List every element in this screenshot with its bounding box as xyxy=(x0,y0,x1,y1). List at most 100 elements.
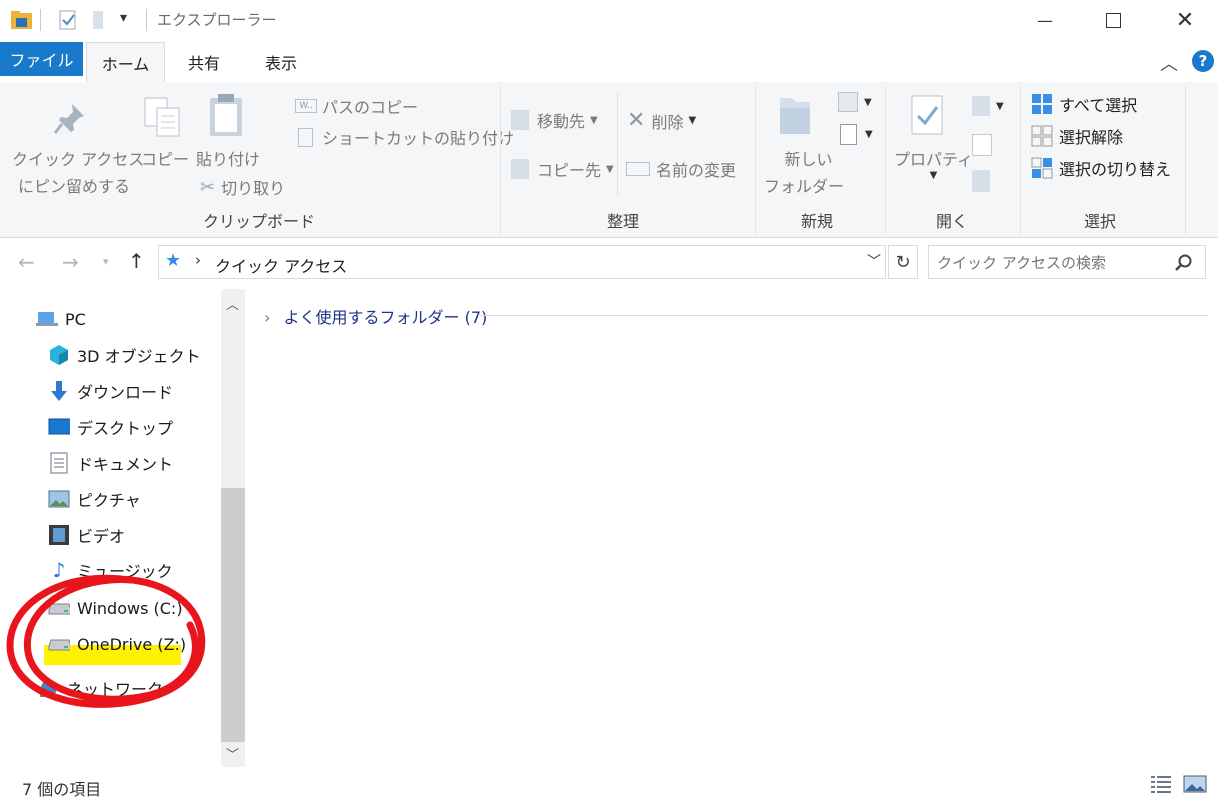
sidebar-item-desktop[interactable]: デスクトップ xyxy=(48,411,173,443)
select-none-button[interactable]: 選択解除 xyxy=(1031,124,1123,148)
open-button[interactable]: ▼ xyxy=(972,96,1004,116)
new-folder-line1: 新しい xyxy=(784,150,833,169)
explorer-folder-icon[interactable] xyxy=(10,9,34,31)
move-to-icon xyxy=(511,110,529,130)
new-item-icon xyxy=(838,92,858,112)
address-bar[interactable]: ★ › クイック アクセス ﹀ xyxy=(158,245,886,279)
details-view-icon[interactable] xyxy=(1150,774,1172,794)
sidebar-item-pc[interactable]: PC xyxy=(36,303,86,335)
sidebar-item-videos[interactable]: ビデオ xyxy=(48,519,125,551)
properties-label: プロパティ xyxy=(894,150,974,169)
invert-selection-button[interactable]: 選択の切り替え xyxy=(1031,156,1171,180)
select-group-label: 選択 xyxy=(1084,212,1117,231)
sidebar-item-label: 3D オブジェクト xyxy=(77,347,201,366)
expand-chevron-icon: › xyxy=(264,308,271,327)
sidebar-scrollbar-thumb[interactable] xyxy=(221,488,245,742)
copy-path-label: パスのコピー xyxy=(322,98,419,117)
properties-icon xyxy=(911,95,943,135)
new-group-label: 新規 xyxy=(801,212,834,231)
sidebar-item-3d-objects[interactable]: 3D オブジェクト xyxy=(48,339,201,371)
search-box[interactable] xyxy=(928,245,1206,279)
paste-icon xyxy=(210,94,242,136)
large-icons-view-icon[interactable] xyxy=(1183,774,1207,794)
ribbon-separator xyxy=(885,86,886,234)
pin-label-line1: クイック アクセス xyxy=(12,150,145,169)
copy-to-button[interactable]: コピー先 ▼ xyxy=(511,157,614,181)
ribbon-separator xyxy=(1020,86,1021,234)
properties-quick-icon[interactable] xyxy=(58,9,78,31)
paste-shortcut-label: ショートカットの貼り付け xyxy=(322,129,515,148)
desktop-icon xyxy=(48,417,70,437)
move-to-label: 移動先 xyxy=(537,112,586,131)
chevron-down-icon: ▼ xyxy=(929,170,938,181)
open-group-label: 開く xyxy=(936,212,969,231)
sidebar-item-label: デスクトップ xyxy=(77,419,174,438)
chevron-down-icon: ▼ xyxy=(996,100,1004,112)
customize-toolbar-chevron-icon[interactable]: ▾ xyxy=(120,10,127,26)
file-list-pane xyxy=(249,289,1218,769)
pin-label-line2: にピン留めする xyxy=(18,177,131,196)
tab-view[interactable]: 表示 xyxy=(250,42,312,82)
status-item-count: 7 個の項目 xyxy=(22,780,102,799)
rename-button[interactable]: 名前の変更 xyxy=(626,157,736,181)
properties-button[interactable]: プロパティ ▼ xyxy=(894,146,973,181)
pin-to-quick-access-button[interactable]: クイック アクセス にピン留めする xyxy=(12,146,144,197)
paste-shortcut-icon xyxy=(298,127,313,147)
ribbon-separator xyxy=(1185,86,1186,234)
sidebar-item-label: ビデオ xyxy=(77,527,126,546)
tab-file[interactable]: ファイル xyxy=(0,42,83,76)
copy-path-button[interactable]: W.. パスのコピー xyxy=(295,94,418,118)
sidebar-item-documents[interactable]: ドキュメント xyxy=(48,447,173,479)
cut-button[interactable]: ✂ 切り取り xyxy=(200,175,285,199)
sidebar-item-label: ダウンロード xyxy=(77,383,174,402)
close-button[interactable]: ✕ xyxy=(1162,0,1208,40)
delete-button[interactable]: ✕ 削除 ▼ xyxy=(627,108,696,133)
sidebar-item-downloads[interactable]: ダウンロード xyxy=(48,375,173,407)
paste-shortcut-button[interactable]: ショートカットの貼り付け xyxy=(298,125,514,149)
move-to-button[interactable]: 移動先 ▼ xyxy=(511,108,598,132)
edit-icon[interactable] xyxy=(972,134,992,156)
up-arrow-icon[interactable]: ↑ xyxy=(128,249,145,273)
organize-group-label: 整理 xyxy=(607,212,640,231)
recent-locations-chevron-icon[interactable]: ▾ xyxy=(103,255,109,268)
address-dropdown-chevron-icon[interactable]: ﹀ xyxy=(867,251,881,271)
new-folder-quick-icon[interactable] xyxy=(90,9,106,31)
download-icon xyxy=(48,381,70,401)
ribbon-separator xyxy=(755,86,756,234)
breadcrumb-chevron-icon[interactable]: › xyxy=(195,251,201,269)
new-folder-button[interactable]: 新しい フォルダー xyxy=(764,146,844,197)
select-none-icon xyxy=(1031,125,1053,147)
scroll-up-chevron-icon[interactable]: ︿ xyxy=(226,294,239,313)
select-all-button[interactable]: すべて選択 xyxy=(1031,92,1137,116)
history-icon[interactable] xyxy=(972,170,990,192)
refresh-button[interactable]: ↻ xyxy=(888,245,918,279)
forward-arrow-icon[interactable]: → xyxy=(62,250,79,274)
cube-icon xyxy=(48,345,70,365)
select-none-label: 選択解除 xyxy=(1059,128,1124,147)
help-icon[interactable]: ? xyxy=(1192,50,1214,72)
minimize-button[interactable]: — xyxy=(1022,0,1068,40)
delete-x-icon: ✕ xyxy=(627,108,646,133)
copy-button[interactable]: コピー xyxy=(141,146,189,170)
invert-selection-icon xyxy=(1031,157,1053,179)
paste-button[interactable]: 貼り付け xyxy=(196,146,260,170)
tab-home[interactable]: ホーム xyxy=(86,42,165,83)
search-input[interactable] xyxy=(935,250,1167,276)
maximize-button[interactable] xyxy=(1090,0,1136,40)
new-item-button[interactable]: ▼ xyxy=(838,92,872,112)
breadcrumb-quick-access[interactable]: クイック アクセス xyxy=(215,253,347,277)
chevron-down-icon: ▼ xyxy=(590,114,598,126)
scroll-down-chevron-icon[interactable]: ﹀ xyxy=(226,744,239,763)
back-arrow-icon[interactable]: ← xyxy=(18,250,35,274)
scissors-icon: ✂ xyxy=(200,176,216,198)
frequent-folders-group-header[interactable]: › よく使用するフォルダー (7) xyxy=(264,304,487,328)
sidebar-item-pictures[interactable]: ピクチャ xyxy=(48,483,141,515)
easy-access-button[interactable]: ▼ xyxy=(840,124,873,145)
easy-access-icon xyxy=(840,124,857,145)
chevron-down-icon: ▼ xyxy=(865,129,873,140)
tab-share[interactable]: 共有 xyxy=(172,42,236,82)
title-bar: ▾ エクスプローラー — ✕ xyxy=(0,0,1218,40)
collapse-ribbon-chevron-icon[interactable]: ︿ xyxy=(1160,50,1178,76)
title-divider xyxy=(146,9,147,31)
rename-label: 名前の変更 xyxy=(656,161,737,180)
